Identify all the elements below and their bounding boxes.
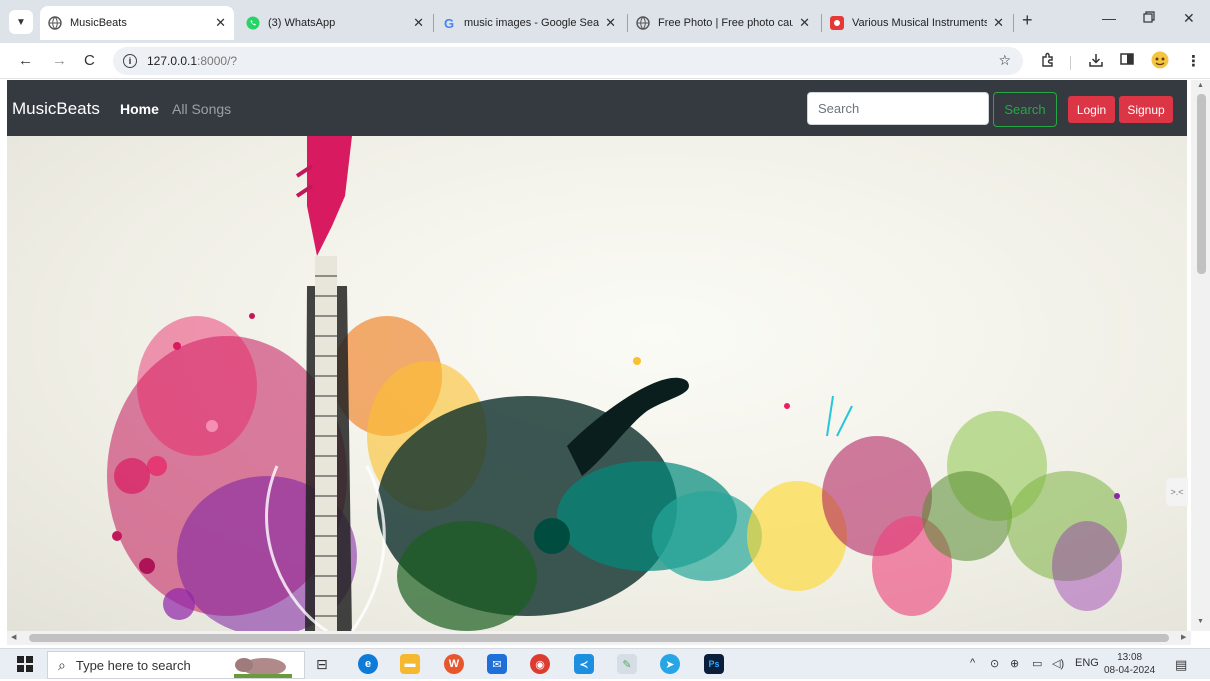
browser-tab-bar: ▼ MusicBeats ✕ (3) WhatsApp ✕ G music im… — [0, 0, 1210, 43]
tab-title: music images - Google Sear — [464, 17, 600, 29]
scroll-left-icon[interactable]: ◀ — [11, 633, 16, 641]
notification-icon[interactable]: ▤ — [1175, 657, 1187, 673]
globe-icon — [636, 16, 650, 30]
search-icon: ⌕ — [58, 656, 66, 673]
guitar-splash-artwork — [107, 136, 1127, 631]
profile-avatar[interactable] — [1151, 51, 1169, 73]
edge-icon[interactable]: e — [358, 654, 378, 674]
browser-tab-instruments[interactable]: Various Musical Instruments ✕ — [822, 6, 1012, 40]
hero-image — [7, 136, 1187, 631]
hippo-search-highlight-icon — [234, 654, 292, 681]
browser-tab-google[interactable]: G music images - Google Sear ✕ — [434, 6, 624, 40]
google-icon: G — [443, 15, 455, 31]
telegram-icon[interactable]: ➤ — [660, 654, 680, 674]
taskbar-search-input[interactable]: ⌕ Type here to search — [47, 651, 305, 679]
tab-search-dropdown[interactable]: ▼ — [9, 10, 33, 34]
clock-date: 08-04-2024 — [1104, 665, 1156, 676]
back-arrow-icon[interactable]: ← — [18, 52, 33, 69]
url-bar[interactable]: i 127.0.0.1:8000/? ☆ — [113, 47, 1023, 75]
close-icon[interactable]: ✕ — [799, 15, 810, 31]
restore-icon[interactable] — [1143, 10, 1155, 26]
globe-icon — [48, 16, 62, 30]
volume-icon[interactable]: ◁) — [1052, 657, 1064, 670]
scroll-thumb[interactable] — [1197, 94, 1206, 274]
site-navbar: MusicBeats Home All Songs Search Search … — [7, 80, 1187, 136]
extensions-icon[interactable] — [1040, 52, 1056, 72]
close-icon[interactable]: ✕ — [413, 15, 424, 31]
chrome-icon[interactable]: ◉ — [530, 654, 550, 674]
nav-link-home[interactable]: Home — [120, 101, 159, 117]
browser-tab-whatsapp[interactable]: (3) WhatsApp ✕ — [238, 6, 432, 40]
scroll-up-icon[interactable]: ▲ — [1197, 82, 1204, 89]
paint-icon[interactable]: ✎ — [617, 654, 637, 674]
tab-title: Various Musical Instruments — [852, 17, 988, 29]
web-page: MusicBeats Home All Songs Search Search … — [7, 80, 1187, 631]
search-button[interactable]: Search — [993, 92, 1057, 127]
url-host: 127.0.0.1 — [147, 54, 198, 68]
meet-now-icon[interactable]: ⊙ — [990, 657, 999, 670]
wps-office-icon[interactable]: W — [444, 654, 464, 674]
search-input[interactable]: Search — [807, 92, 989, 125]
close-icon[interactable]: ✕ — [215, 15, 226, 31]
taskbar-search-placeholder: Type here to search — [75, 657, 191, 673]
address-toolbar: ← → C i 127.0.0.1:8000/? ☆ ⋮ — [0, 43, 1210, 79]
more-menu-icon[interactable]: ⋮ — [1186, 52, 1201, 70]
tab-title: MusicBeats — [70, 17, 127, 29]
task-view-icon[interactable]: ⊟ — [316, 656, 328, 673]
language-indicator[interactable]: ENG — [1075, 657, 1099, 669]
browser-tab-musicbeats[interactable]: MusicBeats ✕ — [40, 6, 234, 40]
site-info-icon[interactable]: i — [123, 54, 137, 68]
tray-expand-icon[interactable]: ^ — [970, 657, 975, 669]
scroll-right-icon[interactable]: ▶ — [1181, 633, 1186, 641]
close-icon[interactable]: ✕ — [993, 15, 1004, 31]
bookmark-star-icon[interactable]: ☆ — [998, 52, 1011, 69]
scroll-thumb[interactable] — [29, 634, 1169, 642]
tab-separator — [1013, 14, 1014, 32]
toolbar-divider — [1070, 56, 1071, 70]
side-panel-handle[interactable]: >.< — [1166, 478, 1188, 506]
signup-button[interactable]: Signup — [1119, 96, 1173, 123]
vertical-scrollbar[interactable]: ▲ ▼ — [1191, 80, 1210, 631]
scroll-down-icon[interactable]: ▼ — [1197, 618, 1204, 625]
battery-icon[interactable]: ▭ — [1032, 657, 1042, 670]
red-site-icon — [830, 16, 844, 30]
side-panel-icon[interactable] — [1120, 52, 1134, 70]
system-clock[interactable]: 13:08 08-04-2024 — [1104, 651, 1155, 677]
close-window-icon[interactable]: ✕ — [1183, 10, 1195, 27]
network-globe-icon[interactable]: ⊕ — [1010, 657, 1019, 670]
os-taskbar: ⌕ Type here to search ⊟ e ▬ W ✉ ◉ ≺ ✎ ➤ … — [0, 648, 1210, 679]
site-brand[interactable]: MusicBeats — [12, 99, 100, 119]
nav-link-all-songs[interactable]: All Songs — [172, 101, 231, 117]
url-path: :8000/? — [197, 54, 238, 68]
tab-title: (3) WhatsApp — [268, 17, 336, 29]
windows-start-icon[interactable] — [17, 656, 33, 677]
minimize-icon[interactable]: — — [1102, 10, 1116, 26]
whatsapp-icon — [246, 16, 260, 30]
new-tab-button[interactable]: + — [1022, 10, 1033, 31]
clock-time: 13:08 — [1117, 652, 1143, 663]
forward-arrow-icon[interactable]: → — [52, 52, 67, 69]
close-icon[interactable]: ✕ — [605, 15, 616, 31]
download-icon[interactable] — [1088, 52, 1104, 72]
tab-title: Free Photo | Free photo cau — [658, 17, 794, 29]
vscode-icon[interactable]: ≺ — [574, 654, 594, 674]
login-button[interactable]: Login — [1068, 96, 1115, 123]
mail-icon[interactable]: ✉ — [487, 654, 507, 674]
chevron-down-icon: ▼ — [16, 16, 26, 28]
reload-icon[interactable]: C — [84, 52, 95, 69]
photoshop-icon[interactable]: Ps — [704, 654, 724, 674]
horizontal-scrollbar[interactable]: ◀ ▶ — [7, 631, 1191, 645]
browser-tab-free-photo[interactable]: Free Photo | Free photo cau ✕ — [628, 6, 818, 40]
file-explorer-icon[interactable]: ▬ — [400, 654, 420, 674]
